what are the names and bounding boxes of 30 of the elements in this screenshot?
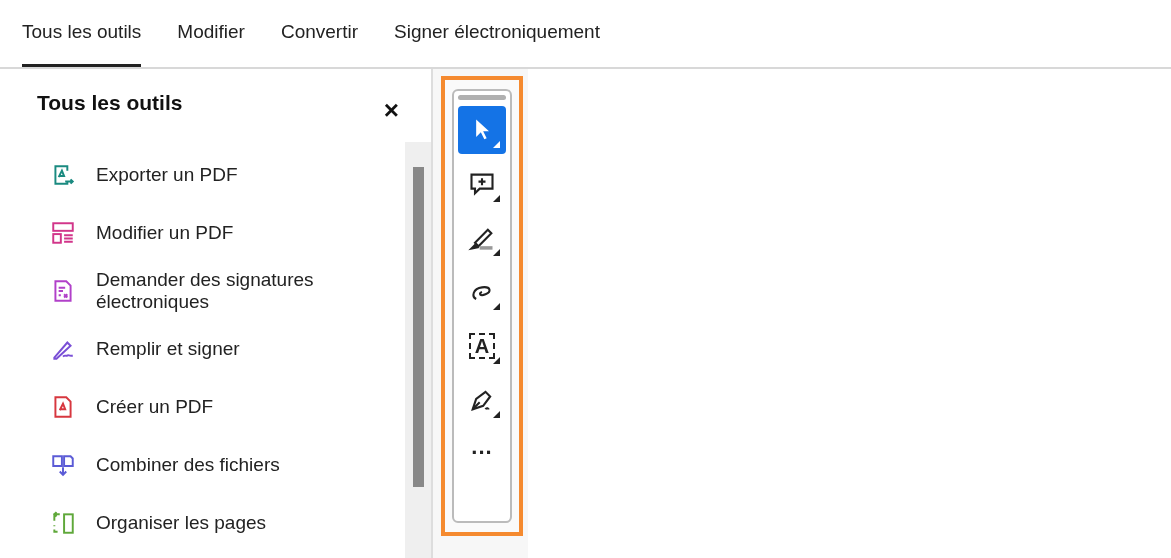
tool-item[interactable]: Combiner des fichiers bbox=[50, 436, 405, 494]
more-button[interactable]: ... bbox=[471, 436, 493, 458]
tool-label: Remplir et signer bbox=[96, 337, 240, 361]
tool-label: Combiner des fichiers bbox=[96, 453, 280, 477]
tab[interactable]: Signer électroniquement bbox=[394, 0, 600, 67]
corner-triangle-icon bbox=[493, 249, 500, 256]
drag-handle[interactable] bbox=[458, 95, 506, 100]
corner-triangle-icon bbox=[493, 357, 500, 364]
scrollbar-thumb[interactable] bbox=[412, 167, 424, 487]
text-box-tool[interactable]: A bbox=[458, 322, 506, 370]
tool-item[interactable]: Organiser les pages bbox=[50, 494, 405, 552]
tab[interactable]: Convertir bbox=[280, 0, 358, 67]
tab[interactable]: Tous les outils bbox=[22, 0, 142, 67]
tool-label: Créer un PDF bbox=[96, 395, 214, 419]
close-button[interactable]: × bbox=[379, 91, 403, 129]
tool-label: Demander des signatures électroniques bbox=[96, 268, 315, 314]
corner-triangle-icon bbox=[493, 141, 500, 148]
tool-item[interactable]: Créer un PDF bbox=[50, 378, 405, 436]
tool-item[interactable]: Remplir et signer bbox=[50, 320, 405, 378]
corner-triangle-icon bbox=[493, 411, 500, 418]
corner-triangle-icon bbox=[493, 303, 500, 310]
tool-label: Exporter un PDF bbox=[96, 163, 238, 187]
panel-title: Tous les outils bbox=[37, 91, 183, 115]
tool-item[interactable]: Demander des signatures électroniques bbox=[50, 262, 405, 320]
tool-item[interactable]: Exporter un PDF bbox=[50, 146, 405, 204]
tool-label: Modifier un PDF bbox=[96, 221, 234, 245]
tool-item[interactable]: Modifier un PDF bbox=[50, 204, 405, 262]
tool-label: Organiser les pages bbox=[96, 511, 267, 535]
tab[interactable]: Modifier bbox=[177, 0, 245, 67]
corner-triangle-icon bbox=[493, 195, 500, 202]
